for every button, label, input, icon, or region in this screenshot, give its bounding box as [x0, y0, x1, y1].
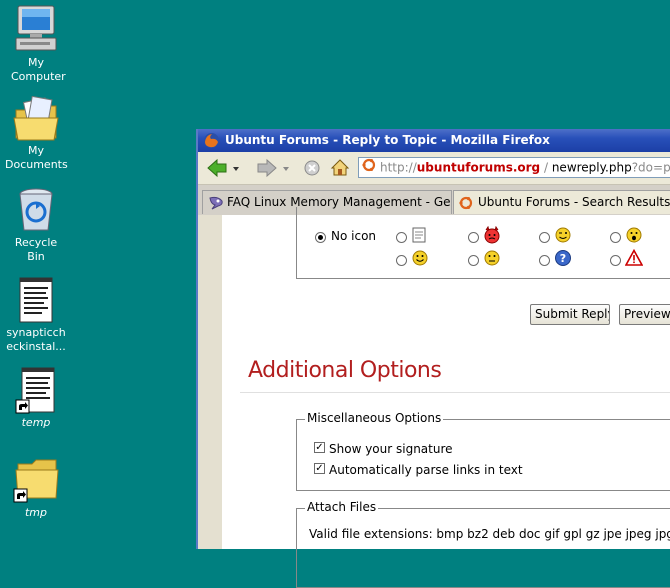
desktop-icon-label: My Computer: [11, 56, 66, 83]
miscellaneous-options-legend: Miscellaneous Options: [305, 411, 444, 425]
desktop-icon-my-documents[interactable]: My Documents: [0, 95, 74, 172]
gentoo-favicon-icon: [208, 195, 224, 214]
valid-file-extensions-text: Valid file extensions: bmp bz2 deb doc g…: [309, 527, 670, 541]
navigation-toolbar: http://ubuntuforums.org / newreply.php?d…: [198, 152, 670, 185]
desktop-icon-my-computer[interactable]: My Computer: [0, 4, 74, 84]
desktop-icon-label: temp: [21, 416, 51, 429]
document-icon: [411, 227, 427, 247]
chevron-down-icon: [233, 167, 239, 171]
no-icon-label: No icon: [331, 229, 377, 243]
smile-smiley-icon: [411, 249, 429, 271]
forward-button[interactable]: [256, 157, 292, 179]
recycle-bin-icon: [14, 186, 58, 234]
desktop-icon-temp[interactable]: temp: [0, 366, 74, 430]
question-icon: ?: [554, 249, 572, 271]
post-icon-radio[interactable]: [610, 255, 621, 266]
additional-options-title: Additional Options: [248, 358, 442, 383]
show-signature-label: Show your signature: [329, 442, 453, 456]
url-path: newreply.php: [551, 160, 632, 175]
surprised-smiley-icon: [625, 226, 643, 248]
window-title: Ubuntu Forums - Reply to Topic - Mozilla…: [225, 133, 550, 147]
url-host: ubuntuforums.org: [416, 160, 541, 175]
post-icon-radio[interactable]: [539, 255, 550, 266]
parse-links-checkbox[interactable]: ✓: [314, 463, 325, 474]
post-icon-radio[interactable]: [468, 255, 479, 266]
desktop-icon-label: Recycle Bin: [14, 236, 58, 263]
desktop-icon-label: tmp: [24, 506, 47, 519]
angry-devil-smiley-icon: [483, 225, 501, 248]
text-file-shortcut-icon: [14, 366, 58, 414]
wink-smiley-icon: [554, 226, 572, 248]
page-left-margin: [198, 215, 222, 549]
post-icon-radio-none[interactable]: [315, 232, 326, 243]
desktop-icon-synapticcheckinstall[interactable]: synapticcheckinstal...: [0, 276, 74, 354]
section-divider: [240, 392, 670, 393]
neutral-smiley-icon: [483, 249, 501, 271]
attach-files-fieldset: [296, 508, 670, 588]
post-icon-radio[interactable]: [468, 232, 479, 243]
home-button[interactable]: [330, 157, 350, 179]
post-icon-radio[interactable]: [396, 232, 407, 243]
url-query: ?do=postreply&t: [631, 160, 670, 175]
desktop-icon-tmp[interactable]: tmp: [0, 456, 74, 520]
firefox-window: Ubuntu Forums - Reply to Topic - Mozilla…: [196, 129, 670, 588]
post-icon-radio[interactable]: [396, 255, 407, 266]
preview-post-button[interactable]: Preview P: [619, 304, 670, 325]
page-content: No icon ? Submit Reply Preview Additiona…: [198, 207, 670, 588]
site-favicon-icon: [362, 158, 376, 177]
computer-icon: [12, 4, 60, 54]
documents-folder-icon: [12, 95, 60, 142]
submit-reply-button[interactable]: Submit Reply: [530, 304, 610, 325]
desktop-icon-label: synapticcheckinstal...: [6, 326, 66, 353]
parse-links-label: Automatically parse links in text: [329, 463, 523, 477]
svg-text:?: ?: [560, 252, 566, 265]
folder-shortcut-icon: [12, 456, 60, 504]
warning-icon: [624, 248, 644, 271]
show-signature-checkbox[interactable]: ✓: [314, 442, 325, 453]
post-icon-radio[interactable]: [539, 232, 550, 243]
stop-button[interactable]: [302, 157, 322, 179]
desktop-icon-label: My Documents: [5, 144, 68, 171]
url-separator: /: [540, 160, 552, 175]
url-bar[interactable]: http://ubuntuforums.org / newreply.php?d…: [358, 157, 670, 178]
back-button[interactable]: [206, 157, 242, 179]
desktop-icon-recycle-bin[interactable]: Recycle Bin: [0, 186, 74, 264]
url-scheme: http://: [380, 160, 417, 175]
firefox-logo-icon: [203, 132, 220, 152]
post-icon-radio[interactable]: [610, 232, 621, 243]
window-titlebar[interactable]: Ubuntu Forums - Reply to Topic - Mozilla…: [198, 129, 670, 152]
attach-files-legend: Attach Files: [305, 500, 379, 514]
text-file-icon: [16, 276, 56, 324]
